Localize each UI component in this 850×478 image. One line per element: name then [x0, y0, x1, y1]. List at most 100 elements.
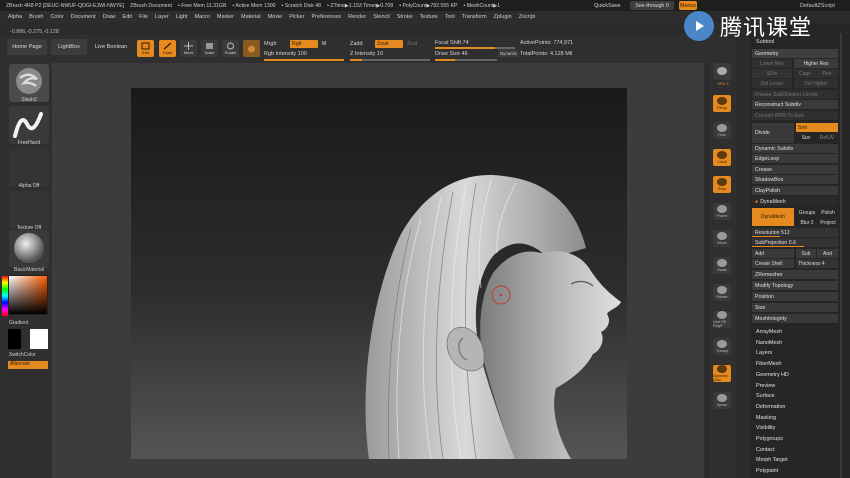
menu-layer[interactable]: Layer — [155, 14, 169, 20]
freeze-subdiv-button[interactable]: Freeze SubDivision Levels — [752, 90, 838, 99]
add-button[interactable]: Add — [752, 249, 794, 258]
switch-color-button[interactable]: SwitchColor — [9, 352, 49, 358]
shelf-xpose-button[interactable]: Xpose — [713, 392, 731, 409]
modify-topology-section[interactable]: Modify Topology — [752, 281, 838, 290]
size-section[interactable]: Size — [752, 303, 838, 312]
rgb-intensity-slider[interactable] — [264, 59, 344, 61]
menu-tool[interactable]: Tool — [445, 14, 455, 20]
menu-render[interactable]: Render — [348, 14, 366, 20]
menu-picker[interactable]: Picker — [289, 14, 304, 20]
project-toggle[interactable]: Project — [817, 218, 839, 227]
menu-document[interactable]: Document — [71, 14, 96, 20]
alpha-thumbnail[interactable] — [9, 149, 49, 187]
blur-slider[interactable]: Blur 2 — [796, 218, 818, 227]
section-polygroups[interactable]: Polygroups — [756, 436, 783, 442]
edgeloop-button[interactable]: EdgeLoop — [752, 154, 838, 163]
section-nanomesh[interactable]: NanoMesh — [756, 340, 782, 346]
menu-material[interactable]: Material — [241, 14, 261, 20]
rgb-intensity-label[interactable]: Rgb Intensity 100 — [264, 51, 307, 57]
menu-movie[interactable]: Movie — [268, 14, 283, 20]
suv-toggle[interactable]: Suv — [796, 133, 816, 142]
menu-stencil[interactable]: Stencil — [373, 14, 390, 20]
section-contact[interactable]: Contact — [756, 447, 775, 453]
menu-edit[interactable]: Edit — [123, 14, 132, 20]
section-masking[interactable]: Masking — [756, 415, 776, 421]
lightbox-button[interactable]: LightBox — [51, 39, 87, 55]
primary-color-swatch[interactable] — [8, 329, 21, 349]
m-toggle[interactable]: M — [320, 40, 328, 48]
create-shell-button[interactable]: Create Shell — [752, 259, 794, 268]
mrgb-label[interactable]: Mrgb — [264, 41, 277, 47]
zadd-toggle[interactable]: Zadd — [350, 41, 363, 47]
zcut-toggle[interactable]: Zcut — [405, 40, 419, 48]
draw-size-slider[interactable] — [435, 59, 497, 61]
bpr-button[interactable] — [713, 63, 731, 80]
stroke-thumbnail[interactable] — [9, 106, 49, 144]
menu-draw[interactable]: Draw — [103, 14, 116, 20]
material-swatch[interactable] — [243, 40, 260, 57]
home-page-button[interactable]: Home Page — [7, 39, 47, 55]
lower-res-button[interactable]: Lower Res — [752, 59, 792, 68]
section-surface[interactable]: Surface — [756, 393, 775, 399]
crease-button[interactable]: Crease — [752, 165, 838, 174]
draw-size-label[interactable]: Draw Size 46 — [435, 51, 468, 57]
texture-thumbnail[interactable] — [9, 191, 49, 229]
shelf-move-button[interactable]: Move — [713, 230, 731, 247]
and-button[interactable]: And — [817, 249, 838, 258]
rgb-toggle[interactable]: Rgb — [290, 40, 318, 48]
shelf-transp-button[interactable]: Transp — [713, 338, 731, 355]
move-mode-button[interactable]: Move — [180, 40, 197, 57]
shelf-persp-button[interactable]: Persp — [713, 95, 731, 112]
quicksave-button[interactable]: QuickSave — [594, 1, 621, 10]
zsub-toggle[interactable]: Zsub — [375, 40, 403, 48]
scale-mode-button[interactable]: Scale — [201, 40, 218, 57]
section-arraymesh[interactable]: ArrayMesh — [756, 329, 782, 335]
gradient-label[interactable]: Gradient — [9, 320, 49, 326]
rstr-button[interactable]: Rstr — [816, 69, 838, 78]
material-thumbnail[interactable] — [9, 230, 49, 268]
dynamic-subdiv-button[interactable]: Dynamic Subdiv — [752, 144, 838, 153]
section-geometry-hd[interactable]: Geometry HD — [756, 372, 789, 378]
menu-marker[interactable]: Marker — [217, 14, 234, 20]
section-layers[interactable]: Layers — [756, 350, 772, 356]
shelf-frame-button[interactable]: Frame — [713, 203, 731, 220]
menu-stroke[interactable]: Stroke — [397, 14, 413, 20]
shelf-floor-button[interactable]: Floor — [713, 122, 731, 139]
reluv-toggle[interactable]: RelUV — [816, 133, 838, 142]
rotate-mode-button[interactable]: Rotate — [222, 40, 239, 57]
secondary-color-swatch[interactable] — [30, 329, 48, 349]
menu-macro[interactable]: Macro — [195, 14, 210, 20]
meshintegrity-section[interactable]: MeshIntegrity — [752, 314, 838, 323]
cage-button[interactable]: Cage — [794, 69, 816, 78]
sub-button[interactable]: Sub — [796, 249, 816, 258]
menu-zscript[interactable]: Zscript — [519, 14, 536, 20]
shelf-line-fill-polyf-button[interactable]: Line Fill PolyF — [713, 311, 731, 328]
hue-strip[interactable] — [2, 276, 8, 316]
dynamic-toggle[interactable]: Dynamic — [498, 49, 520, 57]
position-section[interactable]: Position — [752, 292, 838, 301]
shelf-scale-button[interactable]: Scale — [713, 257, 731, 274]
thickness-slider[interactable]: Thickness 4 — [796, 259, 838, 268]
alternate-toggle[interactable]: Alternate — [8, 361, 48, 369]
palette-scrollbar[interactable] — [840, 33, 842, 478]
menu-color[interactable]: Color — [50, 14, 63, 20]
menu-alpha[interactable]: Alpha — [8, 14, 22, 20]
reconstruct-subdiv-button[interactable]: Reconstruct Subdiv — [752, 100, 838, 109]
section-deformation[interactable]: Deformation — [756, 404, 785, 410]
menu-zplugin[interactable]: Zplugin — [494, 14, 512, 20]
menu-preferences[interactable]: Preferences — [312, 14, 342, 20]
shelf-gxyz-button[interactable]: Gxyz — [713, 176, 731, 193]
live-boolean-button[interactable]: Live Boolean — [91, 39, 131, 55]
resolution-slider[interactable]: Resolution 512 — [752, 228, 838, 237]
focal-shift-label[interactable]: Focal Shift 74 — [435, 40, 469, 46]
see-through-slider[interactable]: See-through 0 — [630, 1, 674, 10]
polish-toggle[interactable]: Polish — [817, 208, 839, 217]
menu-file[interactable]: File — [139, 14, 148, 20]
zremesher-section[interactable]: ZRemesher — [752, 270, 838, 279]
shadowbox-button[interactable]: ShadowBox — [752, 175, 838, 184]
del-higher-button[interactable]: Del Higher — [794, 79, 838, 88]
subprojection-slider[interactable]: SubProjection 0.6 — [752, 238, 838, 247]
shelf-local-button[interactable]: Local — [713, 149, 731, 166]
section-morph-target[interactable]: Morph Target — [756, 457, 788, 463]
smt-toggle[interactable]: Smt — [796, 123, 838, 132]
